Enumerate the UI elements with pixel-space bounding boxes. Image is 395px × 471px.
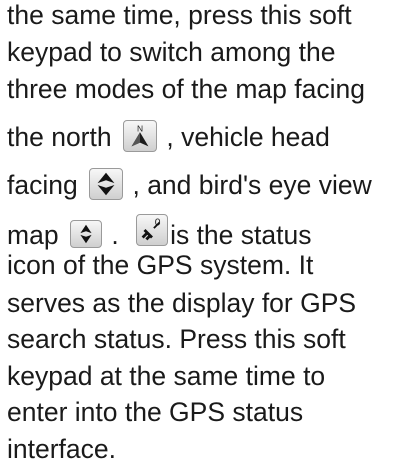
text-span: .	[111, 220, 119, 250]
text-line: three modes of the map facing	[7, 74, 365, 104]
text-line: serves as the display for GPS	[7, 288, 357, 318]
heading-arrow-down	[97, 184, 115, 196]
gps-status-icon-graphic: 0	[141, 217, 161, 241]
birds-eye-view-icon-graphic	[80, 224, 92, 244]
text-span: is the status	[170, 220, 312, 250]
text-line: search status. Press this soft	[7, 324, 346, 354]
text-line: keypad at the same time to	[7, 361, 326, 391]
vehicle-heading-icon	[89, 168, 124, 200]
text-line: enter into the GPS status	[7, 397, 304, 427]
text-line: the north N , vehicle head	[7, 120, 330, 152]
gps-status-icon: 0	[136, 214, 169, 246]
vehicle-heading-icon-graphic	[97, 172, 115, 196]
text-span: , vehicle head	[166, 122, 330, 152]
text-line: the same time, press this soft	[7, 0, 352, 30]
heading-arrow-up	[97, 172, 115, 184]
north-up-map-icon: N	[122, 120, 157, 152]
north-arrow-shade	[131, 132, 140, 147]
text-span: , and bird's eye view	[132, 170, 372, 200]
text-span: facing	[7, 170, 78, 200]
text-span: map	[7, 220, 59, 250]
text-span: the north	[7, 122, 112, 152]
text-line: icon of the GPS system. It	[7, 250, 314, 280]
north-up-map-icon-graphic: N	[131, 123, 149, 147]
text-line: facing , and bird's eye view	[7, 168, 372, 200]
text-line: keypad to switch among the	[7, 37, 336, 67]
satellite-glyph	[141, 229, 154, 241]
bird-arrow-down	[80, 234, 92, 244]
text-line: map . 0 is the status	[7, 214, 311, 250]
north-letter: N	[137, 123, 143, 133]
bird-arrow-up	[80, 224, 92, 234]
birds-eye-view-icon	[69, 220, 102, 248]
text-line: interface.	[7, 434, 117, 464]
